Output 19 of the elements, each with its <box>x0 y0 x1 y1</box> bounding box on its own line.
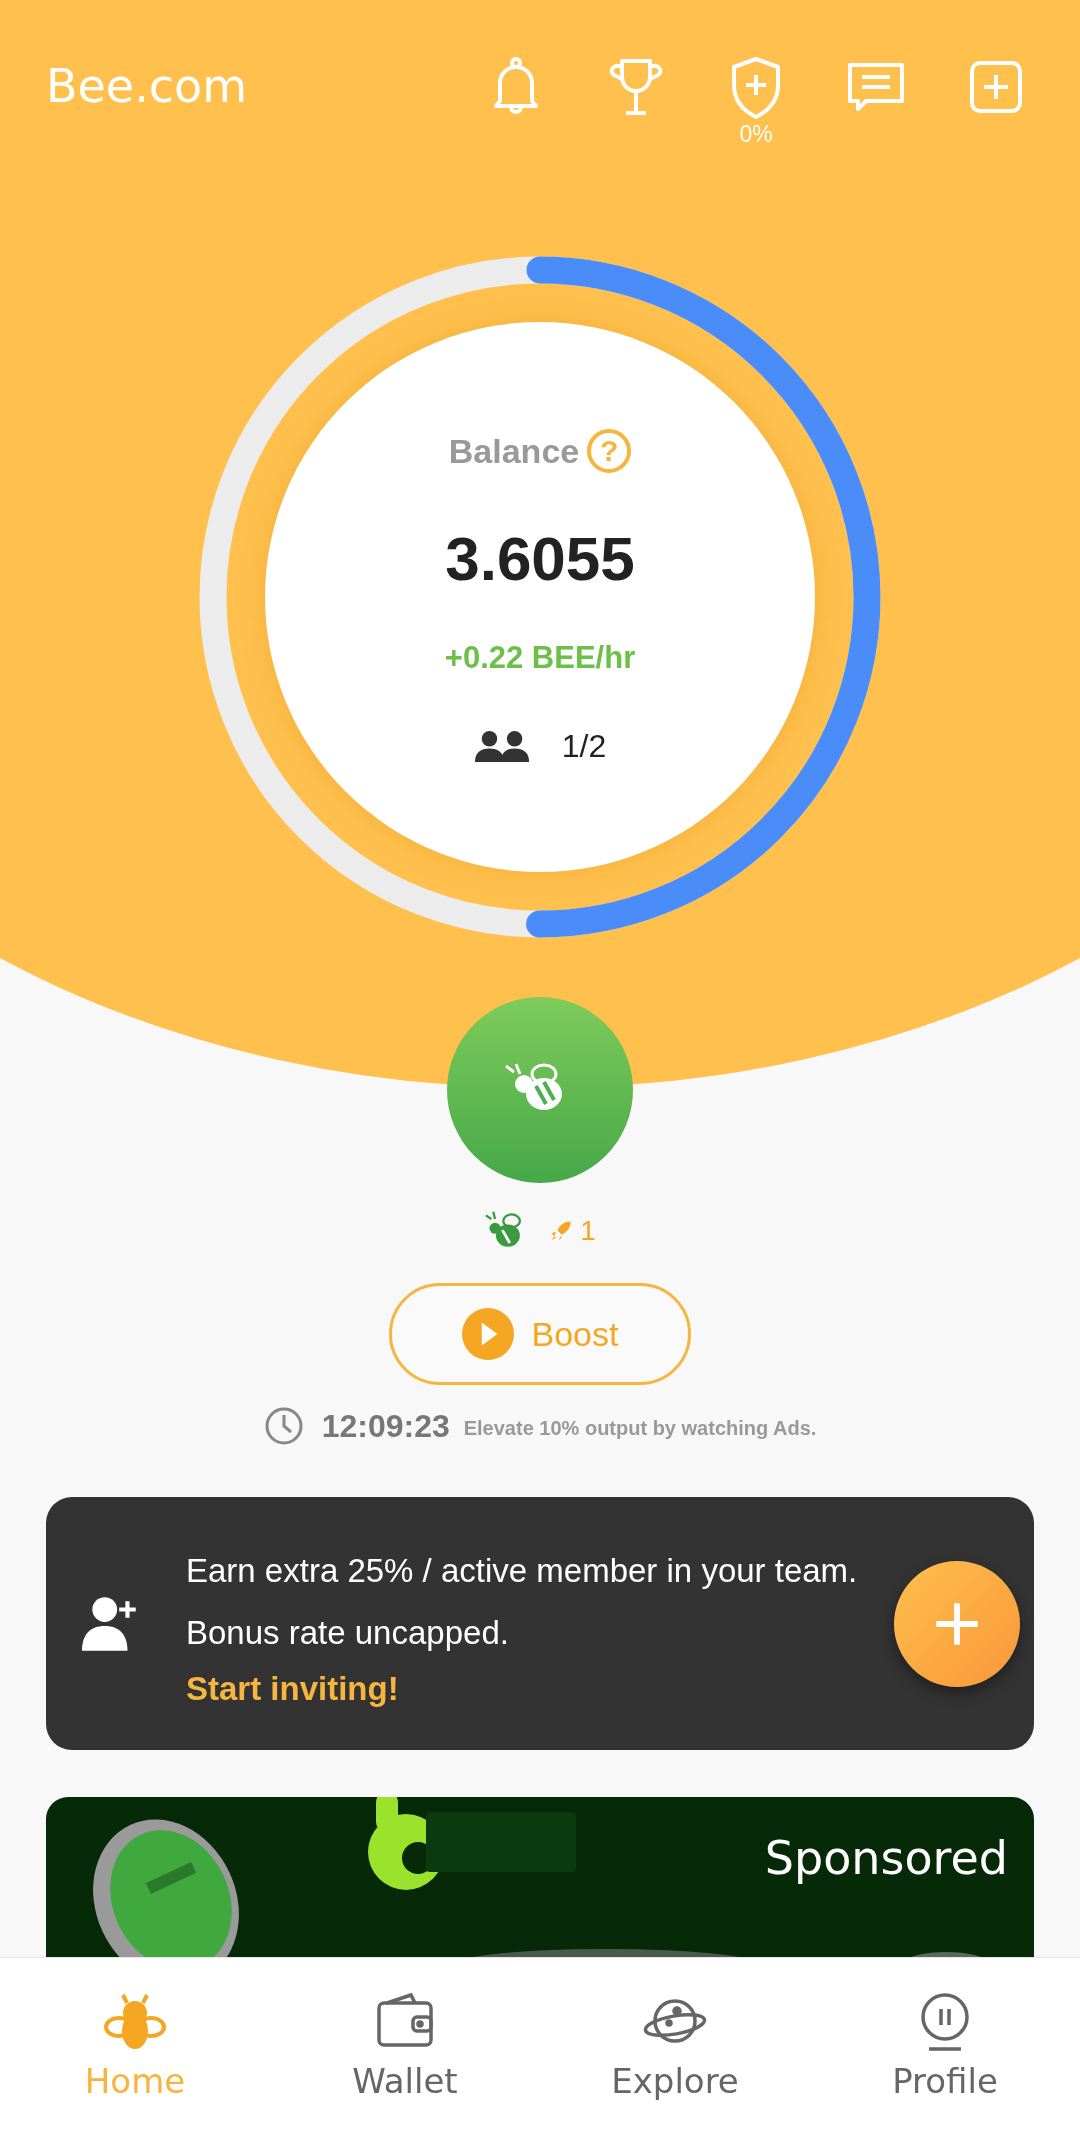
shield-percent: 0% <box>739 121 773 148</box>
balance-amount: 3.6055 <box>445 523 635 594</box>
balance-label: Balance <box>448 431 580 471</box>
invite-message: Earn extra 25% / active member in your team. Bonus rate uncapped. <box>186 1550 859 1653</box>
countdown-timer: 12:09:23 <box>321 1407 450 1445</box>
mining-rate: +0.22 BEE/hr <box>444 640 636 676</box>
sponsored-label: Sponsored <box>764 1831 1008 1885</box>
team-count: 1/2 <box>561 728 607 765</box>
rocket-icon <box>550 1220 573 1242</box>
nav-tab[interactable]: Explore <box>575 1989 775 2101</box>
people-icon <box>473 730 532 763</box>
nav-tab[interactable]: Profile <box>845 1989 1045 2101</box>
boost-hint: Elevate 10% output by watching Ads. <box>463 1416 817 1440</box>
boost-count: 1 <box>580 1215 596 1247</box>
app-logo: Bee.com <box>46 58 248 115</box>
clock-icon <box>263 1406 304 1446</box>
play-icon <box>461 1308 514 1360</box>
nav-tab[interactable]: Wallet <box>305 1989 505 2101</box>
start-inviting-link[interactable]: Start inviting! <box>186 1669 399 1708</box>
